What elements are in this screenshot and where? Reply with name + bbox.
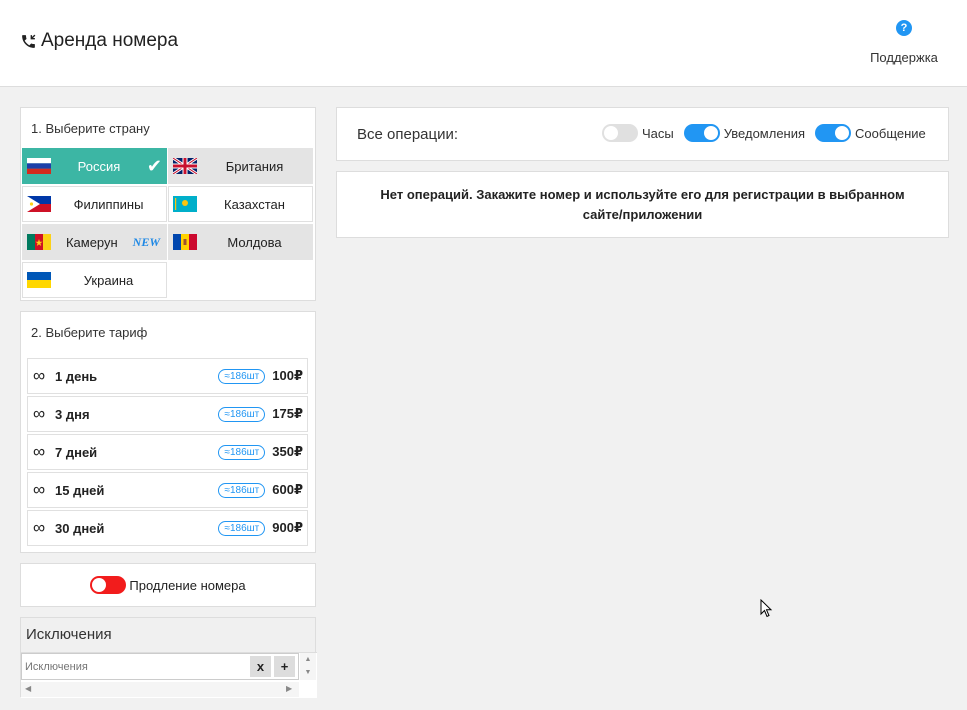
exclusions-panel: Исключения x + ▲ ▼ ◀ ▶ (20, 617, 317, 698)
renewal-label: Продление номера (129, 577, 246, 593)
toggle-hours[interactable] (602, 124, 638, 142)
country-panel: 1. Выберите страну Россия ✔ Британия Фил… (20, 107, 316, 301)
tariff-name: 15 дней (55, 482, 105, 498)
tariff-price: 100₽ (272, 368, 303, 383)
exclusions-title: Исключения (26, 626, 112, 643)
country-philippines[interactable]: Филиппины (22, 186, 167, 222)
kazakhstan-flag-icon (173, 196, 197, 212)
country-panel-title: 1. Выберите страну (31, 121, 150, 136)
tariff-name: 3 дня (55, 406, 90, 422)
stock-badge: ≈186шт (218, 444, 266, 460)
tariff-panel-title: 2. Выберите тариф (31, 325, 148, 340)
cameroon-flag-icon (27, 234, 51, 250)
new-badge: NEW (132, 234, 160, 249)
country-moldova[interactable]: Молдова (168, 224, 313, 260)
renewal-toggle[interactable] (90, 576, 127, 594)
tariff-30-days[interactable]: ∞ 30 дней ≈186шт 900₽ (27, 510, 308, 546)
country-name: Россия (77, 158, 121, 174)
stock-badge: ≈186шт (218, 406, 266, 422)
operations-bar: Все операции: Часы Уведомления Сообщение (336, 107, 949, 161)
country-ukraine[interactable]: Украина (22, 262, 167, 298)
tariff-panel: 2. Выберите тариф ∞ 1 день ≈186шт 100₽ ∞… (20, 311, 316, 553)
exclusions-input-area: x + ▲ ▼ ◀ ▶ (21, 652, 317, 698)
tariff-name: 1 день (55, 368, 98, 384)
toggle-knob (92, 578, 107, 592)
tariff-3-days[interactable]: ∞ 3 дня ≈186шт 175₽ (27, 396, 308, 432)
infinity-icon: ∞ (33, 480, 46, 499)
mouse-cursor-icon (760, 599, 773, 618)
vertical-scrollbar[interactable]: ▲ ▼ (300, 653, 316, 680)
stock-badge: ≈186шт (218, 482, 266, 498)
support-button[interactable]: ? Поддержка (862, 20, 946, 65)
toggle-knob (604, 126, 618, 140)
scroll-up-icon[interactable]: ▲ (300, 653, 316, 666)
moldova-flag-icon (173, 234, 197, 250)
empty-message: Нет операций. Закажите номер и используй… (380, 186, 905, 222)
toggle-knob (703, 126, 718, 140)
ukraine-flag-icon (27, 272, 51, 288)
tariff-1-day[interactable]: ∞ 1 день ≈186шт 100₽ (27, 358, 308, 394)
stock-badge: ≈186шт (218, 520, 266, 536)
operations-label: Все операции: (357, 126, 459, 143)
country-name: Британия (225, 158, 284, 174)
toggle-hours-label: Часы (642, 125, 674, 141)
toggle-notifications-label: Уведомления (723, 125, 806, 141)
checkmark-icon: ✔ (146, 155, 162, 176)
tariff-price: 350₽ (272, 444, 303, 459)
support-label: Поддержка (870, 50, 938, 65)
page-title: Аренда номера (20, 30, 178, 52)
tariff-name: 30 дней (55, 520, 105, 536)
scroll-down-icon[interactable]: ▼ (300, 666, 316, 679)
horizontal-scrollbar[interactable]: ◀ ▶ (21, 682, 299, 697)
stock-badge: ≈186шт (218, 368, 266, 384)
country-name: Казахстан (224, 196, 285, 212)
philippines-flag-icon (27, 196, 51, 212)
page-title-text: Аренда номера (41, 30, 179, 51)
toggle-messages[interactable] (815, 124, 852, 142)
scroll-right-icon[interactable]: ▶ (286, 684, 292, 693)
toggle-notifications[interactable] (683, 124, 720, 142)
uk-flag-icon (173, 158, 197, 174)
phone-call-icon (22, 34, 36, 48)
toggle-knob (835, 126, 850, 140)
tariff-price: 175₽ (272, 406, 303, 421)
tariff-price: 600₽ (272, 482, 303, 497)
question-circle-icon: ? (896, 20, 912, 36)
country-name: Филиппины (73, 196, 144, 212)
clear-button[interactable]: x (250, 656, 271, 677)
infinity-icon: ∞ (33, 442, 46, 461)
country-kazakhstan[interactable]: Казахстан (168, 186, 313, 222)
country-russia[interactable]: Россия ✔ (22, 148, 167, 184)
country-britain[interactable]: Британия (168, 148, 313, 184)
operations-empty-panel: Нет операций. Закажите номер и используй… (336, 171, 949, 238)
scroll-left-icon[interactable]: ◀ (25, 684, 31, 693)
country-name: Камерун (65, 234, 118, 250)
country-cameroon[interactable]: Камерун NEW (22, 224, 167, 260)
country-name: Украина (83, 272, 134, 288)
tariff-name: 7 дней (55, 444, 98, 460)
infinity-icon: ∞ (33, 404, 46, 423)
toggle-messages-label: Сообщение (855, 125, 926, 141)
header: Аренда номера ? Поддержка (0, 0, 967, 87)
tariff-7-days[interactable]: ∞ 7 дней ≈186шт 350₽ (27, 434, 308, 470)
add-button[interactable]: + (274, 656, 295, 677)
infinity-icon: ∞ (33, 366, 46, 385)
infinity-icon: ∞ (33, 518, 46, 537)
operations-filters: Часы Уведомления Сообщение (602, 124, 926, 142)
russia-flag-icon (27, 158, 51, 174)
tariff-price: 900₽ (272, 520, 303, 535)
country-name: Молдова (227, 234, 282, 250)
renewal-panel: Продление номера (20, 563, 316, 607)
tariff-15-days[interactable]: ∞ 15 дней ≈186шт 600₽ (27, 472, 308, 508)
